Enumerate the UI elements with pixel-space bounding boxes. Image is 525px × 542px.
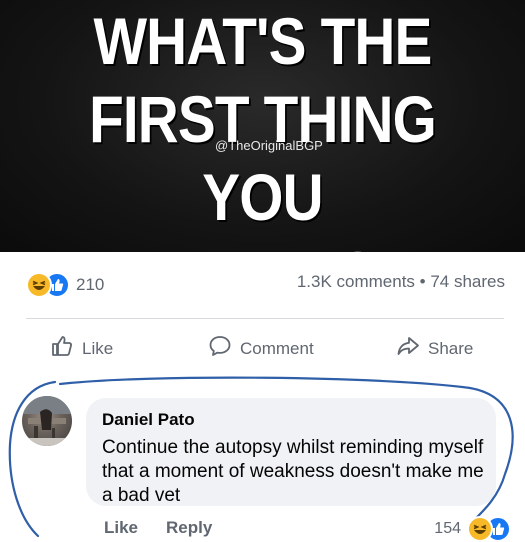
like-button[interactable]: Like (50, 334, 113, 363)
reactions-summary[interactable]: 210 (26, 272, 104, 298)
reaction-count: 210 (76, 275, 105, 294)
post-image: WHAT'S THE FIRST THING YOU DO AFTER SEX?… (0, 0, 525, 252)
thumbs-up-icon (50, 334, 74, 363)
comment-author[interactable]: Daniel Pato (102, 410, 195, 430)
post-stats: 210 1.3K comments • 74 shares (0, 268, 525, 298)
comment-label: Comment (240, 338, 314, 358)
like-label: Like (82, 338, 114, 358)
comment-button[interactable]: Comment (208, 334, 314, 363)
share-arrow-icon (396, 334, 420, 363)
comment-like-button[interactable]: Like (104, 518, 138, 538)
watermark: @TheOriginalBGP (215, 138, 323, 153)
comment-bubble: Daniel Pato Continue the autopsy whilst … (86, 398, 496, 506)
post-actions: Like Comment Share (0, 334, 525, 368)
comments-shares-count[interactable]: 1.3K comments • 74 shares (297, 272, 505, 292)
comment-reactions[interactable]: 154 (434, 516, 511, 542)
comment-reply-button[interactable]: Reply (166, 518, 212, 538)
caption-line-1: WHAT'S THE (93, 4, 432, 78)
caption-line-3: DO AFTER SEX? (37, 236, 489, 252)
haha-reaction-icon (26, 272, 52, 298)
comment: Daniel Pato Continue the autopsy whilst … (0, 390, 525, 542)
caption-line-2: FIRST THING YOU (89, 82, 437, 234)
comment-text: Continue the autopsy whilst reminding my… (102, 437, 484, 506)
share-label: Share (428, 338, 474, 358)
share-button[interactable]: Share (396, 334, 473, 363)
comment-reaction-count: 154 (434, 520, 461, 537)
post-image-caption: WHAT'S THE FIRST THING YOU DO AFTER SEX? (37, 2, 489, 252)
divider (26, 318, 504, 319)
comment-actions: Like Reply (104, 518, 212, 538)
haha-reaction-icon (467, 516, 493, 542)
speech-bubble-icon (208, 334, 232, 363)
avatar[interactable] (22, 396, 72, 446)
